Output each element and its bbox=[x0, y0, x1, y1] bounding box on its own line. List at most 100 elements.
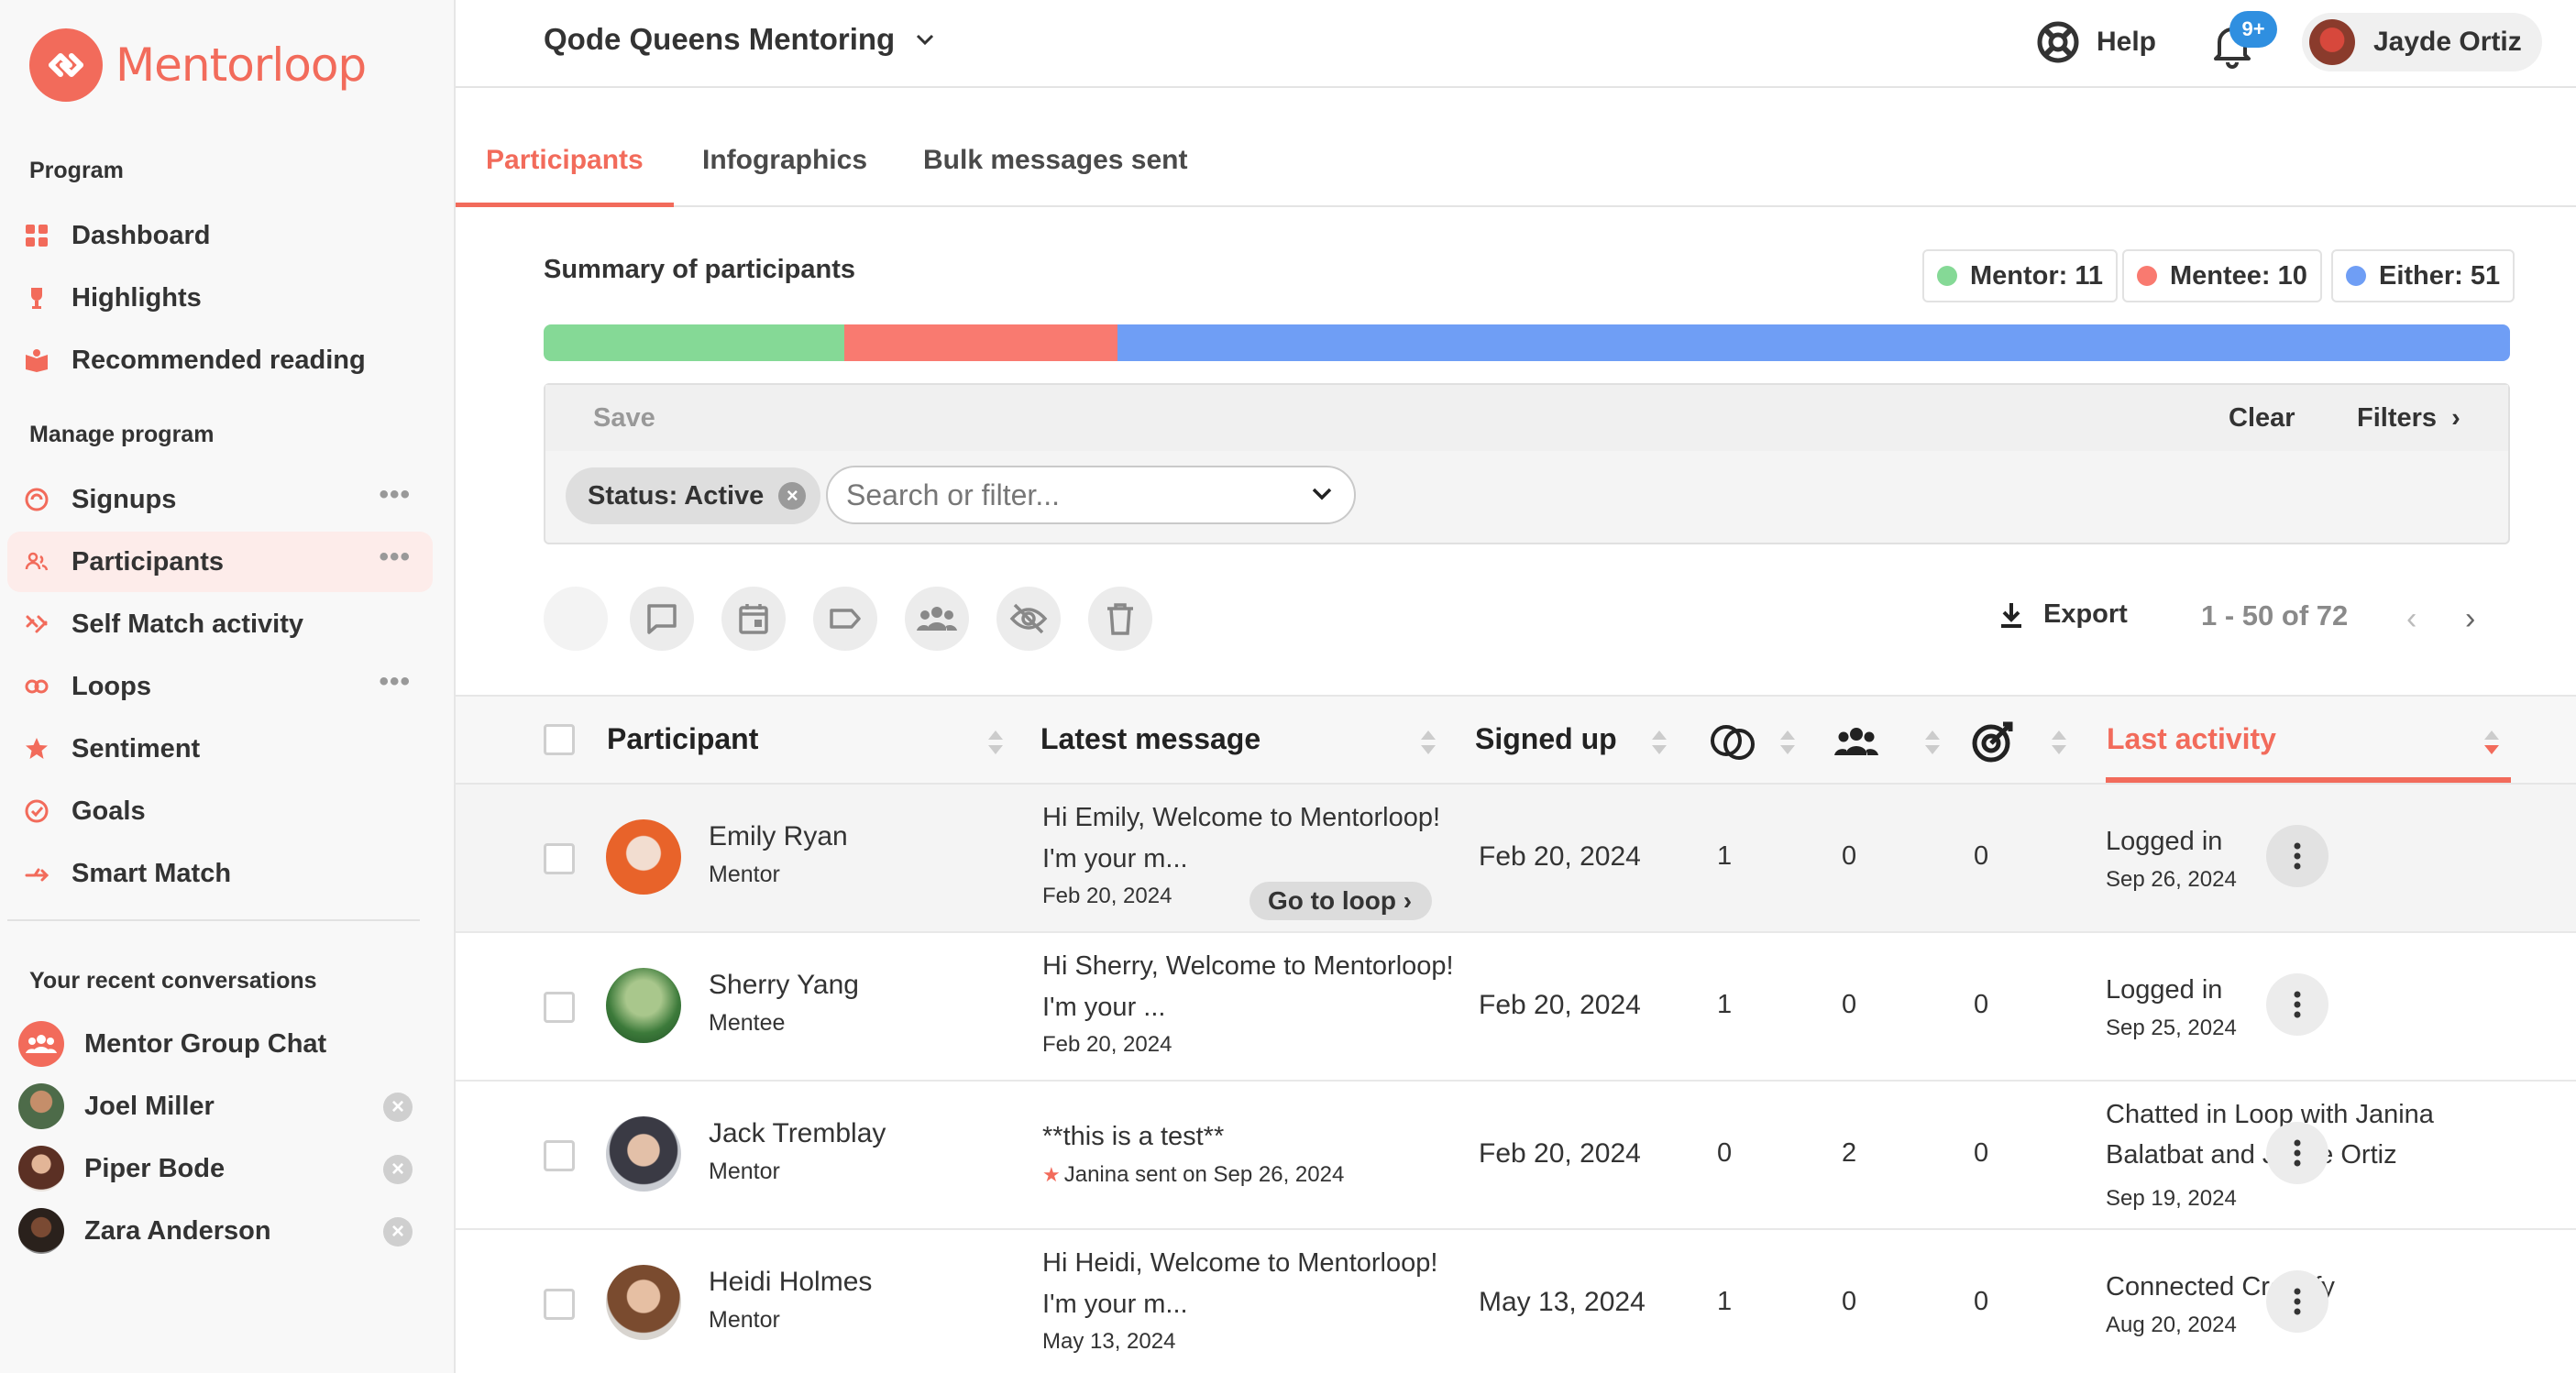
participant-name[interactable]: Emily Ryan bbox=[709, 821, 848, 852]
close-icon[interactable]: × bbox=[383, 1093, 413, 1122]
row-checkbox[interactable] bbox=[544, 843, 575, 874]
sidebar-item-self-match-activity[interactable]: Self Match activity bbox=[7, 594, 433, 654]
goal-icon bbox=[25, 799, 49, 823]
participant-name[interactable]: Heidi Holmes bbox=[709, 1267, 872, 1298]
row-checkbox[interactable] bbox=[544, 1140, 575, 1171]
row-menu-button[interactable] bbox=[2266, 1122, 2328, 1184]
chevron-right-icon: › bbox=[1403, 886, 1413, 915]
sidebar-item-smart-match[interactable]: Smart Match bbox=[7, 843, 433, 904]
sidebar-item-goals[interactable]: Goals bbox=[7, 781, 433, 841]
participant-role: Mentee bbox=[709, 1010, 786, 1036]
either-segment bbox=[1117, 324, 2510, 361]
group-icon bbox=[917, 607, 957, 631]
program-name: Qode Queens Mentoring bbox=[544, 22, 896, 56]
brand-logo[interactable]: Mentorloop bbox=[29, 26, 367, 104]
column-last-activity[interactable]: Last activity bbox=[2107, 722, 2276, 756]
participant-role: Mentor bbox=[709, 1307, 780, 1333]
section-recent-conversations: Your recent conversations bbox=[29, 968, 317, 994]
save-button[interactable]: Save bbox=[593, 403, 655, 434]
tab-participants[interactable]: Participants bbox=[486, 145, 644, 176]
sidebar-item-loops[interactable]: Loops ••• bbox=[7, 656, 433, 717]
legend-label: Either: 51 bbox=[2379, 260, 2501, 291]
more-icon[interactable]: ••• bbox=[379, 481, 411, 509]
sort-icon[interactable] bbox=[1649, 726, 1669, 759]
search-input[interactable]: Search or filter... bbox=[826, 466, 1356, 524]
help-button[interactable]: Help bbox=[2036, 16, 2156, 68]
go-to-loop-button[interactable]: Go to loop › bbox=[1249, 882, 1433, 920]
sort-desc-icon[interactable] bbox=[2482, 726, 2502, 759]
row-checkbox[interactable] bbox=[544, 1289, 575, 1320]
row-checkbox[interactable] bbox=[544, 992, 575, 1023]
conversation-piper-bode[interactable]: Piper Bode × bbox=[18, 1142, 422, 1195]
avatar bbox=[2309, 19, 2355, 65]
sidebar-item-highlights[interactable]: Highlights bbox=[7, 268, 433, 328]
row-menu-button[interactable] bbox=[2266, 1270, 2328, 1333]
program-selector[interactable]: Qode Queens Mentoring bbox=[544, 22, 935, 57]
select-all-checkbox[interactable] bbox=[544, 724, 575, 755]
sidebar-item-dashboard[interactable]: Dashboard bbox=[7, 205, 433, 266]
avatar bbox=[18, 1146, 64, 1192]
sidebar: Mentorloop Program Dashboard Highlights … bbox=[0, 0, 456, 1373]
goals-column-icon bbox=[1972, 721, 2013, 763]
export-button[interactable]: Export bbox=[1998, 599, 2128, 630]
group-button[interactable] bbox=[905, 587, 969, 651]
people-icon bbox=[25, 552, 49, 571]
sidebar-item-participants[interactable]: Participants ••• bbox=[7, 532, 433, 592]
close-icon[interactable]: × bbox=[383, 1217, 413, 1247]
more-icon[interactable]: ••• bbox=[379, 668, 411, 696]
self-match-icon bbox=[26, 615, 48, 633]
conversation-zara-anderson[interactable]: Zara Anderson × bbox=[18, 1204, 422, 1258]
conversation-joel-miller[interactable]: Joel Miller × bbox=[18, 1080, 422, 1133]
clear-button[interactable]: Clear bbox=[2229, 403, 2295, 434]
column-signed-up[interactable]: Signed up bbox=[1475, 722, 1617, 756]
sidebar-item-signups[interactable]: Signups ••• bbox=[7, 469, 433, 530]
next-page-icon[interactable]: › bbox=[2465, 601, 2475, 637]
sidebar-item-sentiment[interactable]: Sentiment bbox=[7, 719, 433, 779]
column-participant[interactable]: Participant bbox=[607, 722, 758, 756]
sort-icon[interactable] bbox=[1778, 726, 1798, 759]
table-row[interactable]: Emily Ryan Mentor Hi Emily, Welcome to M… bbox=[456, 785, 2576, 933]
filters-button[interactable]: Filters › bbox=[2357, 403, 2460, 434]
table-row[interactable]: Jack Tremblay Mentor **this is a test** … bbox=[456, 1082, 2576, 1230]
sort-icon[interactable] bbox=[1418, 726, 1438, 759]
row-menu-button[interactable] bbox=[2266, 825, 2328, 887]
conversation-label: Mentor Group Chat bbox=[84, 1028, 327, 1059]
schedule-button[interactable] bbox=[721, 587, 786, 651]
select-all-toggle[interactable] bbox=[544, 587, 608, 651]
participant-name[interactable]: Sherry Yang bbox=[709, 970, 859, 1001]
conversation-mentor-group-chat[interactable]: Mentor Group Chat bbox=[18, 1017, 422, 1071]
signed-up-date: Feb 20, 2024 bbox=[1479, 1138, 1641, 1169]
tab-infographics[interactable]: Infographics bbox=[702, 145, 867, 176]
sidebar-item-label: Recommended reading bbox=[72, 345, 366, 375]
participant-role: Mentor bbox=[709, 1159, 780, 1184]
user-menu[interactable]: Jayde Ortiz bbox=[2302, 13, 2542, 71]
book-icon bbox=[26, 349, 48, 372]
sidebar-item-label: Loops bbox=[72, 671, 151, 701]
close-icon[interactable]: × bbox=[383, 1155, 413, 1184]
sort-icon[interactable] bbox=[1922, 726, 1943, 759]
hide-button[interactable] bbox=[996, 587, 1061, 651]
status-filter-chip[interactable]: Status: Active × bbox=[566, 467, 821, 524]
message-button[interactable] bbox=[630, 587, 694, 651]
tab-bulk-messages-sent[interactable]: Bulk messages sent bbox=[923, 145, 1187, 176]
row-menu-button[interactable] bbox=[2266, 973, 2328, 1036]
user-name: Jayde Ortiz bbox=[2373, 27, 2522, 57]
delete-button[interactable] bbox=[1088, 587, 1152, 651]
sidebar-item-recommended-reading[interactable]: Recommended reading bbox=[7, 330, 433, 390]
tag-button[interactable] bbox=[813, 587, 877, 651]
filters-label: Filters bbox=[2357, 403, 2438, 433]
loops-column-icon bbox=[1711, 725, 1755, 760]
export-label: Export bbox=[2043, 599, 2128, 629]
remove-filter-icon[interactable]: × bbox=[778, 482, 807, 510]
prev-page-icon[interactable]: ‹ bbox=[2406, 601, 2416, 637]
table-row[interactable]: Sherry Yang Mentee Hi Sherry, Welcome to… bbox=[456, 933, 2576, 1082]
last-activity-date: Sep 25, 2024 bbox=[2106, 1016, 2237, 1040]
table-row[interactable]: Heidi Holmes Mentor Hi Heidi, Welcome to… bbox=[456, 1230, 2576, 1373]
sort-icon[interactable] bbox=[985, 726, 1006, 759]
participant-name[interactable]: Jack Tremblay bbox=[709, 1118, 886, 1149]
notification-badge: 9+ bbox=[2229, 11, 2277, 48]
goals-count: 0 bbox=[1974, 990, 1989, 1019]
column-latest-message[interactable]: Latest message bbox=[1040, 722, 1260, 756]
more-icon[interactable]: ••• bbox=[379, 544, 411, 571]
sort-icon[interactable] bbox=[2049, 726, 2069, 759]
